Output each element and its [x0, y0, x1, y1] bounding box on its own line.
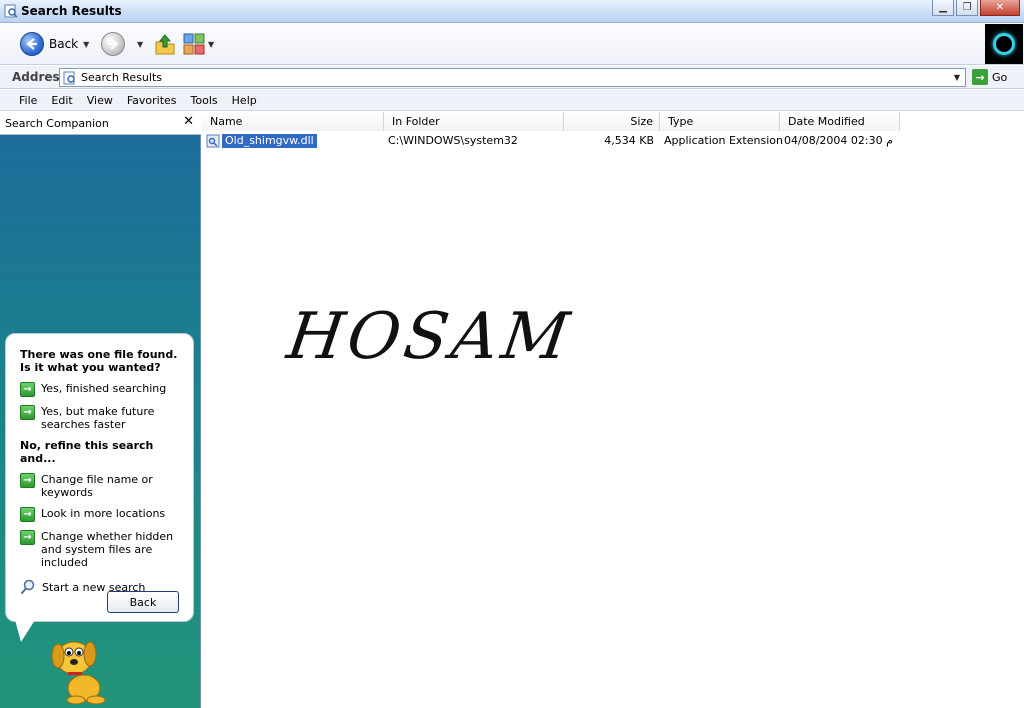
chevron-down-icon: ▼: [208, 39, 215, 49]
address-value: Search Results: [81, 71, 163, 84]
search-companion-pane: Search Companion ✕ There was one file fo…: [0, 112, 201, 708]
file-date: 04/08/2004 02:30 م: [784, 134, 893, 147]
back-label: Back: [49, 37, 79, 51]
up-folder-icon[interactable]: [154, 32, 176, 56]
option-label: Look in more locations: [41, 507, 166, 520]
companion-back-button[interactable]: Back: [107, 591, 179, 613]
option-label: Yes, finished searching: [41, 382, 167, 395]
option-change-name[interactable]: → Change file name or keywords: [20, 473, 183, 499]
back-arrow-icon: [20, 32, 44, 56]
address-bar: Address Search Results ▼ → Go: [0, 66, 1024, 89]
refine-heading: No, refine this search and...: [20, 439, 154, 465]
views-icon: [183, 33, 205, 55]
column-headers: Name In Folder Size Type Date Modified: [202, 112, 900, 131]
go-label: Go: [992, 70, 1008, 84]
column-header-type[interactable]: Type: [660, 112, 780, 131]
chevron-down-icon[interactable]: ▼: [137, 40, 143, 49]
menu-bar: File Edit View Favorites Tools Help: [0, 90, 1024, 111]
file-size: 4,534 KB: [604, 134, 654, 147]
bubble-tail: [15, 620, 35, 642]
search-results-icon: [4, 4, 18, 18]
menu-edit[interactable]: Edit: [44, 92, 79, 109]
column-header-folder[interactable]: In Folder: [384, 112, 564, 131]
column-header-size[interactable]: Size: [564, 112, 660, 131]
column-header-name[interactable]: Name: [202, 112, 384, 131]
menu-tools[interactable]: Tools: [184, 92, 225, 109]
minimize-icon: ▁: [939, 2, 947, 13]
go-arrow-icon: →: [972, 69, 988, 85]
title-bar: Search Results ▁ ❐ ✕: [0, 0, 1024, 23]
green-arrow-icon: →: [20, 530, 35, 545]
green-arrow-icon: →: [20, 405, 35, 420]
dll-file-icon: [206, 134, 220, 148]
menu-file[interactable]: File: [12, 92, 44, 109]
windows-throbber-logo: [985, 24, 1023, 64]
option-more-locations[interactable]: → Look in more locations: [20, 507, 183, 522]
table-row[interactable]: Old_shimgvw.dll C:\WINDOWS\system32 4,53…: [202, 133, 900, 149]
forward-arrow-icon: [101, 32, 125, 56]
file-folder: C:\WINDOWS\system32: [388, 134, 518, 147]
menu-favorites[interactable]: Favorites: [120, 92, 184, 109]
option-hidden-files[interactable]: → Change whether hidden and system files…: [20, 530, 183, 569]
option-label: Change file name or keywords: [41, 473, 153, 499]
column-header-date[interactable]: Date Modified: [780, 112, 900, 131]
close-window-button[interactable]: ✕: [980, 0, 1020, 16]
found-heading: There was one file found. Is it what you…: [20, 348, 178, 374]
file-type: Application Extension: [664, 134, 783, 147]
address-field[interactable]: Search Results ▼: [59, 68, 966, 87]
green-arrow-icon: →: [20, 507, 35, 522]
back-button[interactable]: Back ▼: [20, 32, 89, 56]
option-label: Yes, but make future searches faster: [41, 405, 155, 431]
close-icon: ✕: [995, 2, 1005, 13]
restore-button[interactable]: ❐: [956, 0, 978, 16]
file-name: Old_shimgvw.dll: [222, 134, 317, 148]
restore-icon: ❐: [962, 2, 972, 13]
option-finished-searching[interactable]: → Yes, finished searching: [20, 382, 183, 397]
throbber-ring-icon: [993, 33, 1015, 55]
window-controls: ▁ ❐ ✕: [932, 0, 1020, 16]
search-companion-title: Search Companion: [5, 117, 109, 130]
window-title: Search Results: [21, 4, 122, 18]
results-list: Name In Folder Size Type Date Modified O…: [202, 112, 1024, 708]
toolbar: Back ▼ ▼ ▼: [0, 23, 1024, 65]
option-label: Change whether hidden and system files a…: [41, 530, 174, 569]
menu-help[interactable]: Help: [225, 92, 264, 109]
search-results-icon: [63, 71, 75, 84]
close-icon[interactable]: ✕: [183, 114, 194, 129]
magnifier-icon: [20, 579, 35, 595]
file-name-cell[interactable]: Old_shimgvw.dll: [202, 133, 384, 149]
chevron-down-icon[interactable]: ▼: [949, 69, 965, 86]
green-arrow-icon: →: [20, 473, 35, 488]
hosam-watermark: HOSAM: [282, 300, 578, 374]
menu-view[interactable]: View: [80, 92, 120, 109]
rover-dog-icon: [51, 641, 106, 704]
chevron-down-icon[interactable]: ▼: [83, 40, 89, 49]
go-button[interactable]: → Go: [972, 69, 1007, 85]
search-companion-header: Search Companion ✕: [0, 112, 201, 135]
green-arrow-icon: →: [20, 382, 35, 397]
minimize-button[interactable]: ▁: [932, 0, 954, 16]
views-button[interactable]: ▼: [183, 33, 214, 55]
forward-button[interactable]: ▼: [101, 32, 143, 56]
companion-bubble: There was one file found. Is it what you…: [5, 333, 194, 622]
option-faster-searches[interactable]: → Yes, but make future searches faster: [20, 405, 183, 431]
